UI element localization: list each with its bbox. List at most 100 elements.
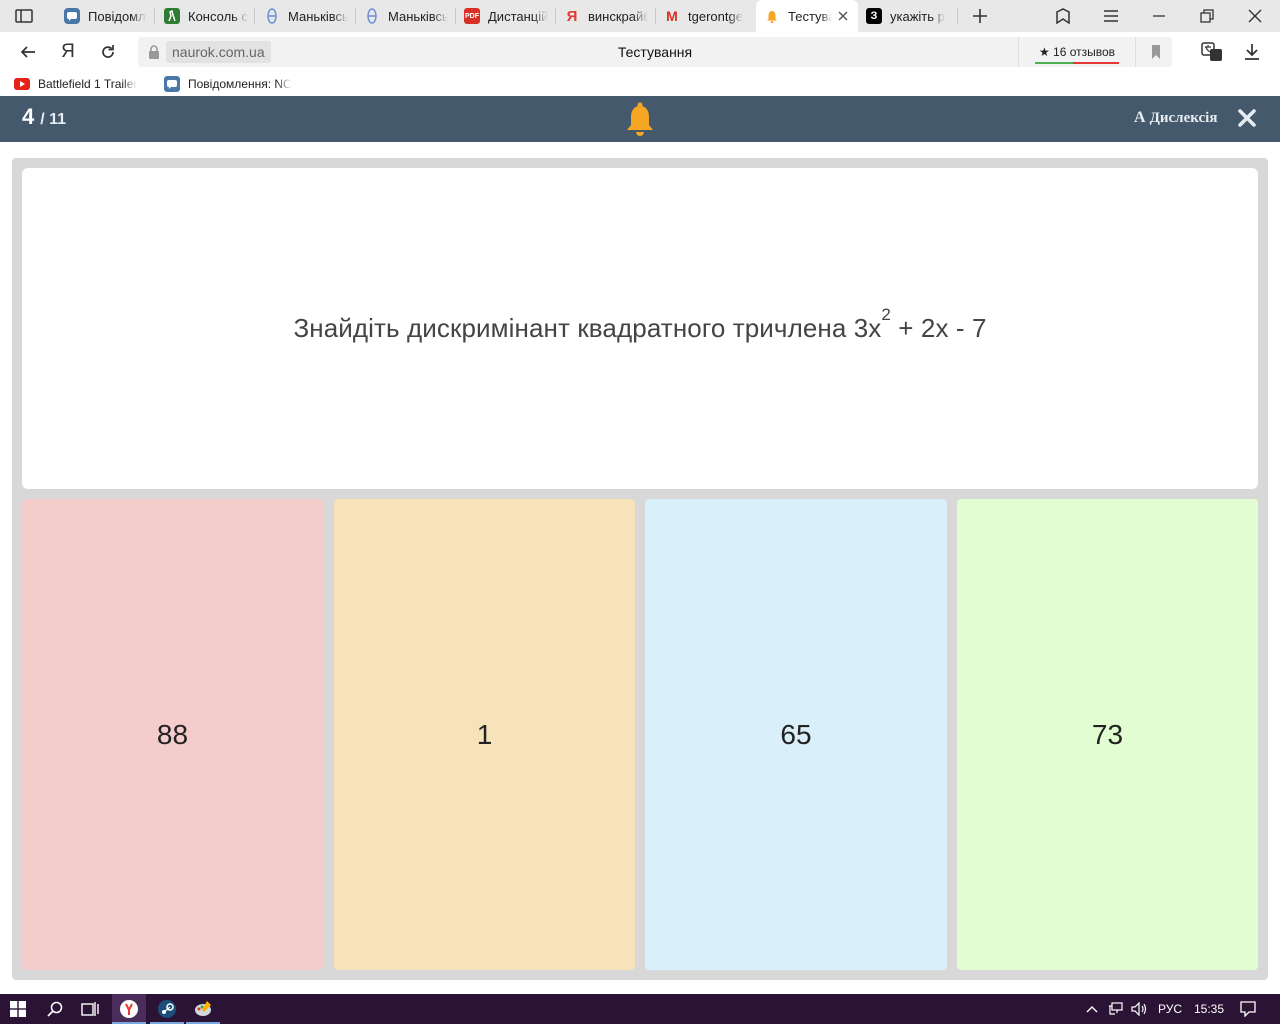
- tab-label: Тестува: [788, 8, 832, 24]
- bookmark-label: Battlefield 1 Trailer: [38, 77, 138, 91]
- answer-text: 73: [1091, 718, 1124, 750]
- browser-tab-strip: Повідомл Консоль с Маньківсь Маньківсь P…: [0, 0, 1280, 32]
- paint-icon: [195, 1001, 211, 1016]
- task-view-button[interactable]: [76, 994, 104, 1024]
- close-icon[interactable]: [836, 9, 850, 23]
- sidebar-icon: [15, 9, 33, 23]
- back-button[interactable]: [14, 40, 42, 64]
- minimize-icon: [1153, 15, 1165, 17]
- volume-button[interactable]: [1130, 994, 1150, 1024]
- chevron-up-icon: [1086, 1006, 1098, 1013]
- close-quiz-icon[interactable]: [1237, 108, 1257, 128]
- tab-console[interactable]: Консоль с: [156, 0, 254, 32]
- tab-testing-active[interactable]: Тестува: [756, 0, 858, 32]
- counter-strike-icon: [164, 8, 180, 24]
- chat-icon: [164, 76, 180, 92]
- page-title: Тестування: [617, 44, 693, 60]
- answer-option-2[interactable]: 1: [334, 499, 635, 970]
- search-icon: [47, 1001, 63, 1017]
- tab-messages[interactable]: Повідомл: [56, 0, 154, 32]
- question-progress: 4 / 11: [22, 104, 66, 132]
- network-icon: [1109, 1002, 1123, 1015]
- reload-button[interactable]: [94, 40, 122, 64]
- question-part: + 2x - 7: [890, 313, 987, 343]
- answer-text: 65: [780, 718, 812, 750]
- rating-bar: [1035, 62, 1119, 64]
- show-hidden-icons-button[interactable]: [1084, 994, 1100, 1024]
- taskbar: РУС 15:35: [0, 994, 1280, 1024]
- tab-school-1[interactable]: Маньківсь: [256, 0, 354, 32]
- notifications-button[interactable]: [1236, 994, 1260, 1024]
- translate-button[interactable]: [1198, 40, 1226, 64]
- question-text: Знайдіть дискримінант квадратного тричле…: [293, 305, 987, 344]
- tab-distance-pdf[interactable]: PDF Дистанцій: [456, 0, 554, 32]
- tab-label: винскрайб: [588, 8, 648, 24]
- question-part: Знайдіть дискримінант квадратного тричле…: [293, 313, 882, 343]
- youtube-icon: [14, 76, 30, 92]
- collections-icon: [1056, 8, 1070, 25]
- tab-school-2[interactable]: Маньківсь: [356, 0, 454, 32]
- download-icon: [1245, 44, 1259, 60]
- bookmark-icon[interactable]: [1148, 44, 1164, 60]
- tab-yandex-search[interactable]: Я винскрайб: [556, 0, 654, 32]
- yandex-home-button[interactable]: Я: [54, 40, 82, 64]
- tab-separator: [154, 8, 155, 24]
- tab-label: tgerontge: [688, 8, 743, 24]
- bookmarks-bar: Battlefield 1 Trailer Повідомлення: NC: [0, 72, 1280, 96]
- tab-label: Дистанцій: [488, 8, 548, 24]
- question-card: Знайдіть дискримінант квадратного тричле…: [22, 168, 1258, 489]
- dyslexia-toggle[interactable]: A Дислексія: [1134, 108, 1217, 128]
- sidebar-toggle-button[interactable]: [8, 4, 40, 28]
- clock[interactable]: 15:35: [1194, 994, 1224, 1024]
- restore-icon: [1200, 9, 1214, 23]
- browser-menu-button[interactable]: [1095, 4, 1127, 28]
- yandex-icon: Я: [566, 7, 578, 25]
- address-bar: Я naurok.com.ua Тестування ★ 16 отзывов: [0, 32, 1280, 72]
- new-tab-button[interactable]: [964, 4, 996, 28]
- downloads-button[interactable]: [1238, 40, 1266, 64]
- minimize-window-button[interactable]: [1143, 4, 1175, 28]
- windows-icon: [10, 1001, 26, 1017]
- steam-taskbar-button[interactable]: [150, 994, 184, 1024]
- exponent: 2: [881, 305, 891, 324]
- znanija-icon: З: [866, 8, 882, 24]
- school-icon: [364, 8, 380, 24]
- steam-icon: [158, 1000, 176, 1018]
- restore-window-button[interactable]: [1191, 4, 1223, 28]
- answer-option-1[interactable]: 88: [22, 499, 323, 970]
- quiz-header: 4 / 11 A Дислексія: [0, 96, 1280, 142]
- reload-icon: [102, 45, 114, 58]
- bell-icon: [627, 102, 653, 136]
- bookmark-item[interactable]: Повідомлення: NC: [164, 76, 300, 92]
- start-button[interactable]: [4, 994, 32, 1024]
- yandex-browser-taskbar-button[interactable]: [112, 994, 146, 1024]
- total-questions: / 11: [40, 111, 67, 128]
- url-field[interactable]: naurok.com.ua Тестування ★ 16 отзывов: [138, 37, 1172, 67]
- tab-label: Маньківсь: [388, 8, 448, 24]
- answer-option-3[interactable]: 65: [645, 499, 947, 970]
- close-window-button[interactable]: [1239, 4, 1271, 28]
- yandex-browser-icon: [120, 1000, 138, 1018]
- tab-gmail[interactable]: M tgerontge: [656, 0, 754, 32]
- answer-text: 1: [476, 718, 493, 750]
- paint-taskbar-button[interactable]: [186, 994, 220, 1024]
- dyslexia-label: Дислексія: [1149, 109, 1218, 126]
- language-indicator[interactable]: РУС: [1158, 994, 1182, 1024]
- task-view-icon: [81, 1002, 99, 1016]
- font-icon: A: [1134, 109, 1146, 126]
- answer-option-4[interactable]: 73: [957, 499, 1258, 970]
- tab-separator: [254, 8, 255, 24]
- reviews-badge[interactable]: ★ 16 отзывов: [1018, 37, 1136, 67]
- search-button[interactable]: [40, 994, 70, 1024]
- current-question-number: 4: [22, 104, 35, 129]
- reviews-label: ★ 16 отзывов: [1038, 45, 1116, 59]
- arrow-left-icon: [20, 46, 35, 58]
- translate-icon: [1201, 42, 1222, 61]
- notification-icon: [1240, 1001, 1256, 1017]
- bookmark-item[interactable]: Battlefield 1 Trailer: [14, 76, 148, 92]
- tab-znanija[interactable]: З укажіть р: [858, 0, 956, 32]
- tab-label: Маньківсь: [288, 8, 348, 24]
- network-button[interactable]: [1106, 994, 1126, 1024]
- answer-text: 88: [156, 718, 189, 750]
- collections-button[interactable]: [1047, 4, 1079, 28]
